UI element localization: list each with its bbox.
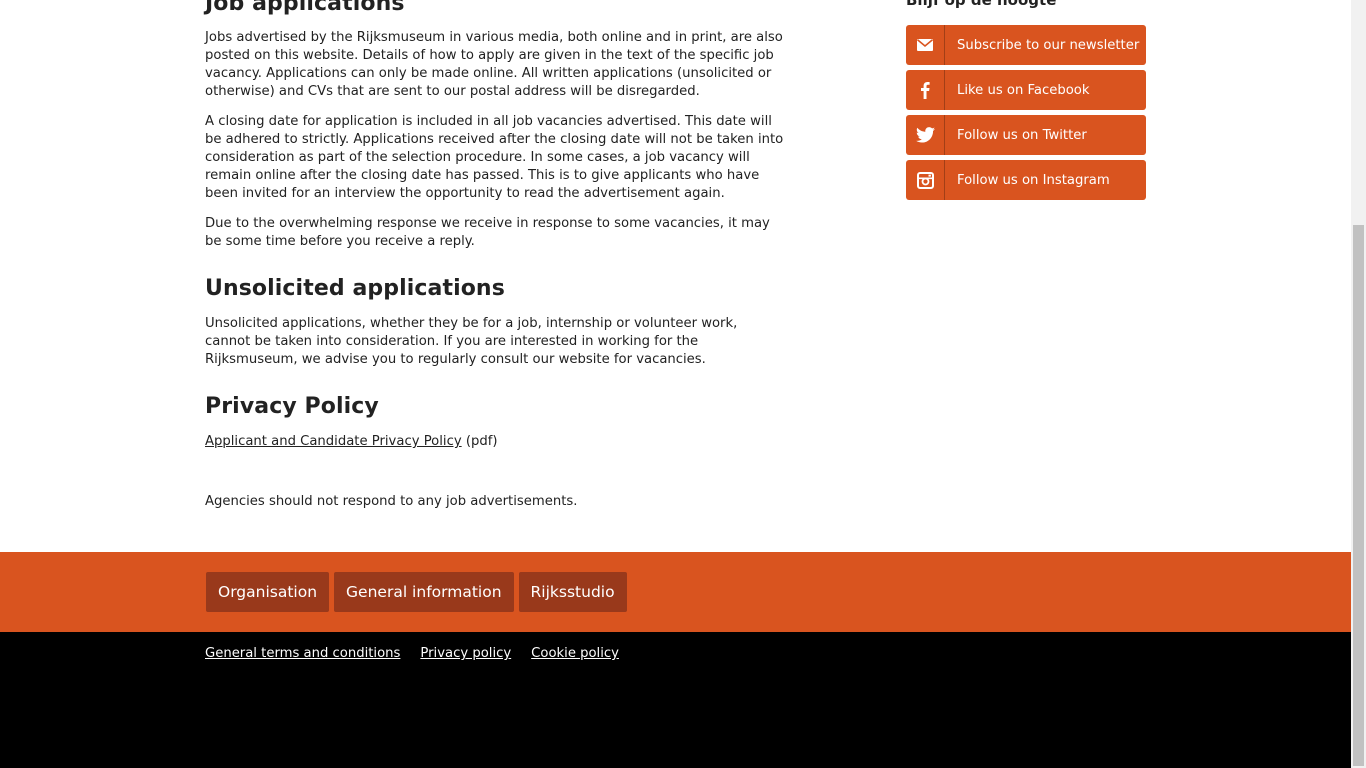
sidebar-title: Blijf op de hoogte [906, 0, 1057, 9]
job-paragraph-1: Jobs advertised by the Rijksmuseum in va… [205, 30, 783, 99]
twitter-button[interactable]: Follow us on Twitter [906, 115, 1146, 155]
footer-legal-bar: General terms and conditions Privacy pol… [0, 632, 1351, 768]
envelope-icon [906, 25, 945, 65]
pdf-suffix: (pdf) [461, 434, 498, 449]
twitter-button-label: Follow us on Twitter [957, 127, 1087, 143]
newsletter-button[interactable]: Subscribe to our newsletter [906, 25, 1146, 65]
job-applications-heading: Job applications [205, 0, 405, 16]
job-paragraph-2: A closing date for application is includ… [205, 114, 784, 201]
agencies-note: Agencies should not respond to any job a… [205, 494, 578, 509]
facebook-icon [906, 70, 945, 110]
footer-navigation-bar: Organisation General information Rijksst… [0, 552, 1351, 632]
legal-links: General terms and conditions Privacy pol… [205, 646, 619, 661]
footer-nav-rijksstudio[interactable]: Rijksstudio [518, 572, 627, 612]
privacy-policy-line: Applicant and Candidate Privacy Policy (… [205, 433, 785, 451]
facebook-button[interactable]: Like us on Facebook [906, 70, 1146, 110]
cookie-policy-link[interactable]: Cookie policy [531, 646, 619, 661]
general-terms-link[interactable]: General terms and conditions [205, 646, 400, 661]
footer-nav-general-information[interactable]: General information [334, 572, 514, 612]
footer-nav-organisation[interactable]: Organisation [206, 572, 330, 612]
job-paragraph-3: Due to the overwhelming response we rece… [205, 216, 770, 249]
instagram-button-label: Follow us on Instagram [957, 172, 1110, 188]
facebook-button-label: Like us on Facebook [957, 82, 1090, 98]
instagram-button[interactable]: Follow us on Instagram [906, 160, 1146, 200]
vertical-scrollbar[interactable] [1351, 0, 1366, 768]
privacy-policy-pdf-link[interactable]: Applicant and Candidate Privacy Policy [205, 434, 462, 449]
newsletter-button-label: Subscribe to our newsletter [957, 37, 1140, 53]
page: Job applications Jobs advertised by the … [0, 0, 1351, 768]
twitter-icon [906, 115, 945, 155]
footer-nav: Organisation General information Rijksst… [206, 572, 627, 612]
privacy-policy-link[interactable]: Privacy policy [420, 646, 511, 661]
unsolicited-paragraph: Unsolicited applications, whether they b… [205, 316, 738, 367]
privacy-policy-heading: Privacy Policy [205, 394, 379, 419]
instagram-icon [906, 160, 945, 200]
scrollbar-thumb[interactable] [1353, 225, 1364, 766]
unsolicited-applications-heading: Unsolicited applications [205, 276, 505, 301]
